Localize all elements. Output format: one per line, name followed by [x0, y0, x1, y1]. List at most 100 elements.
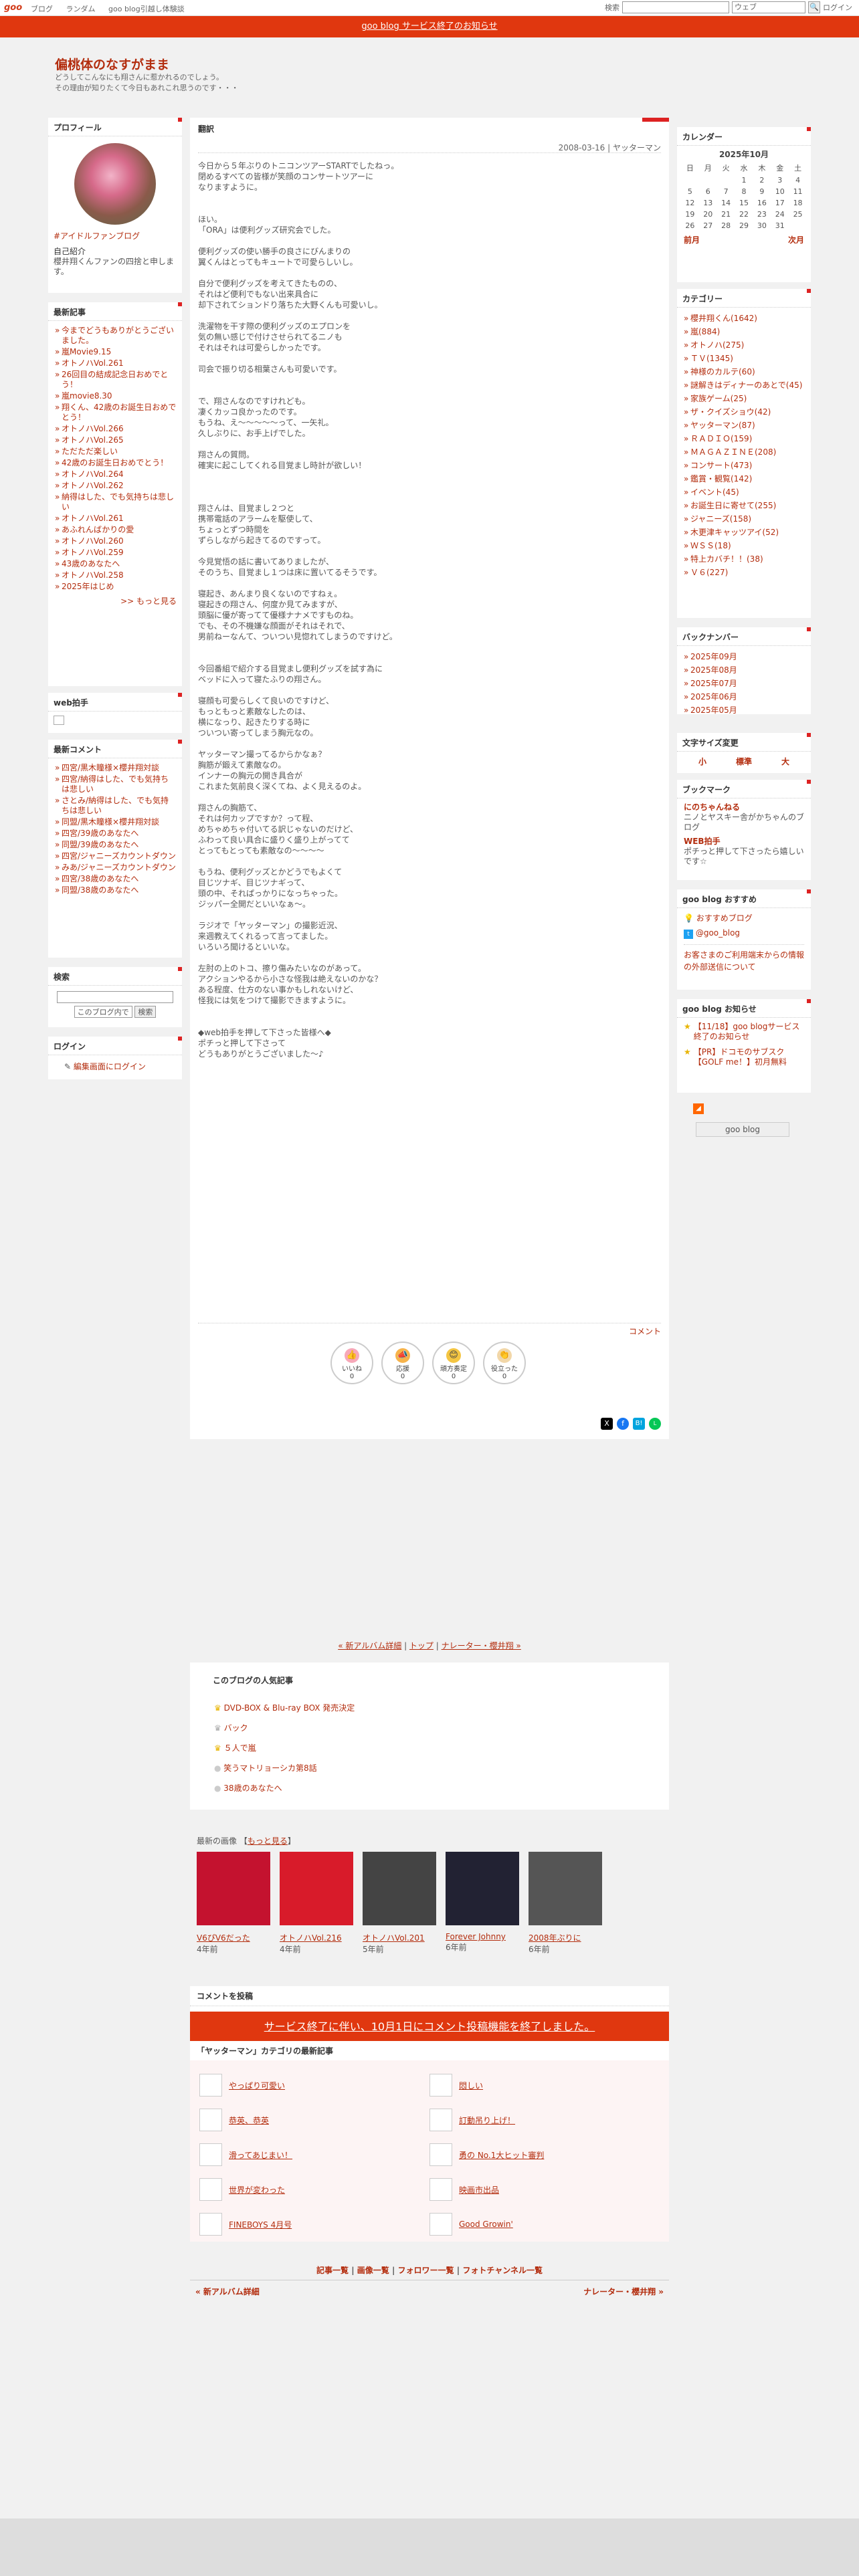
- related-link[interactable]: 訂動吊り上げ！: [459, 2115, 515, 2126]
- popular-link[interactable]: 38歳のあなたへ: [223, 1784, 282, 1793]
- recent-post-link[interactable]: オトノハVol.261: [62, 514, 124, 523]
- comment-item[interactable]: 同盟/39歳のあなたへ: [48, 839, 182, 851]
- facebook-share-icon[interactable]: f: [617, 1418, 629, 1430]
- category-item[interactable]: コンサート(473): [677, 459, 811, 472]
- gallery-thumbnail[interactable]: [446, 1852, 519, 1925]
- category-item[interactable]: 櫻井翔くん(1642): [677, 312, 811, 325]
- recent-post-item[interactable]: オトノハVol.258: [48, 570, 182, 581]
- backnumber-link[interactable]: 2025年07月: [690, 679, 737, 688]
- reaction-button[interactable]: 👏 役立った 0: [483, 1341, 526, 1384]
- related-link[interactable]: 勇の No.1大ヒット審判: [459, 2149, 544, 2161]
- category-item[interactable]: ジャニーズ(158): [677, 512, 811, 526]
- recent-post-item[interactable]: 42歳のお誕生日おめでとう！: [48, 457, 182, 469]
- blog-title[interactable]: 偏桃体のなすがまま: [55, 55, 169, 73]
- category-item[interactable]: 神様のカルテ(60): [677, 365, 811, 379]
- comment-link[interactable]: 同盟/38歳のあなたへ: [62, 885, 138, 895]
- popular-item[interactable]: ♛ DVD-BOX & Blu-ray BOX 発売決定: [214, 1698, 669, 1718]
- footer-next-link[interactable]: ナレーター・櫻井翔 »: [583, 2286, 664, 2297]
- search-scope-select[interactable]: ウェブ: [732, 1, 805, 13]
- recent-post-link[interactable]: 嵐Movie9.15: [62, 347, 111, 356]
- category-link[interactable]: 特上カバチ！！(38): [690, 554, 763, 564]
- category-link[interactable]: 鑑賞・観覧(142): [690, 474, 752, 484]
- recent-post-link[interactable]: オトノハVol.262: [62, 481, 124, 490]
- recent-post-link[interactable]: オトノハVol.265: [62, 435, 124, 445]
- related-item[interactable]: 訂動吊り上げ！: [430, 2109, 660, 2131]
- gallery-item[interactable]: 2008年ぶりに 6年前: [529, 1852, 602, 1955]
- category-item[interactable]: 鑑賞・観覧(142): [677, 472, 811, 486]
- category-link[interactable]: 謎解きはディナーのあとで(45): [690, 381, 802, 390]
- category-link[interactable]: コンサート(473): [690, 461, 752, 470]
- recent-post-link[interactable]: 26回目の結成記念日おめでとう！: [62, 370, 168, 389]
- popular-item[interactable]: ♛ ５人で嵐: [214, 1738, 669, 1758]
- gallery-more-link[interactable]: もっと見る: [248, 1836, 288, 1846]
- all-images-link[interactable]: 画像一覧: [357, 2266, 389, 2275]
- related-item[interactable]: FINEBOYS 4月号: [199, 2213, 430, 2236]
- comment-link[interactable]: コメント: [629, 1327, 661, 1336]
- fontsize-large[interactable]: 大: [781, 756, 789, 767]
- category-link[interactable]: Ｖ６(227): [690, 568, 728, 577]
- backnumber-link[interactable]: 2025年09月: [690, 652, 737, 661]
- category-link[interactable]: ヤッターマン(87): [690, 421, 755, 430]
- backnumber-item[interactable]: 2025年05月: [677, 704, 811, 717]
- related-link[interactable]: FINEBOYS 4月号: [229, 2219, 292, 2230]
- recent-post-link[interactable]: オトノハVol.266: [62, 424, 124, 433]
- recent-post-item[interactable]: 嵐movie8.30: [48, 391, 182, 402]
- gallery-title[interactable]: オトノハVol.201: [363, 1932, 436, 1943]
- recent-post-link[interactable]: オトノハVol.260: [62, 536, 124, 546]
- calendar-prev[interactable]: 前月: [684, 234, 700, 245]
- followers-link[interactable]: フォロワー一覧: [398, 2266, 454, 2275]
- recent-post-link[interactable]: 納得はした、でも気持ちは悲しい: [62, 492, 174, 512]
- bookmark-link[interactable]: WEB拍手: [684, 837, 804, 847]
- comment-item[interactable]: さとみ/納得はした、でも気持ちは悲しい: [48, 795, 182, 817]
- related-item[interactable]: Good Growin': [430, 2213, 660, 2236]
- top-link[interactable]: トップ: [409, 1641, 434, 1650]
- category-item[interactable]: 謎解きはディナーのあとで(45): [677, 379, 811, 392]
- category-link[interactable]: ＲＡＤＩＯ(159): [690, 434, 752, 443]
- recent-post-link[interactable]: 嵐movie8.30: [62, 391, 112, 401]
- top-link-blog[interactable]: ブログ: [31, 5, 53, 13]
- recent-post-item[interactable]: オトノハVol.261: [48, 358, 182, 369]
- goo-logo[interactable]: goo: [4, 3, 22, 13]
- category-link[interactable]: ジャニーズ(158): [690, 514, 751, 524]
- popular-link[interactable]: DVD-BOX & Blu-ray BOX 発売決定: [224, 1703, 355, 1713]
- top-link-random[interactable]: ランダム: [66, 5, 96, 13]
- comment-link[interactable]: 四宮/納得はした、でも気持ちは悲しい: [62, 774, 169, 794]
- category-link[interactable]: ザ・クイズショウ(42): [690, 407, 771, 417]
- profile-tag-link[interactable]: #アイドルファンブログ: [54, 231, 177, 241]
- prev-post-link[interactable]: « 新アルバム詳細: [338, 1641, 401, 1650]
- recent-post-link[interactable]: 42歳のお誕生日おめでとう！: [62, 458, 168, 467]
- comment-item[interactable]: 四宮/39歳のあなたへ: [48, 828, 182, 839]
- recent-post-link[interactable]: ただただ楽しい: [62, 447, 118, 456]
- gallery-item[interactable]: V6ぴV6だった 4年前: [197, 1852, 270, 1955]
- category-link[interactable]: 家族ゲーム(25): [690, 394, 747, 403]
- goo-blog-account-link[interactable]: @goo_blog: [696, 928, 740, 938]
- comment-link[interactable]: 同盟/黒木瞳様×櫻井翔対談: [62, 817, 159, 827]
- popular-item[interactable]: ● 笑うマトリョーシカ第8話: [214, 1758, 669, 1778]
- recent-more-link[interactable]: >> もっと見る: [120, 597, 177, 606]
- comment-link[interactable]: みあ/ジャニーズカウントダウン: [62, 863, 176, 872]
- popular-link[interactable]: ５人で嵐: [224, 1743, 256, 1753]
- reaction-button[interactable]: 😊 頑方奏定 0: [432, 1341, 475, 1384]
- popular-item[interactable]: ♛ バック: [214, 1718, 669, 1738]
- gallery-item[interactable]: オトノハVol.216 4年前: [280, 1852, 353, 1955]
- popular-link[interactable]: バック: [224, 1723, 248, 1733]
- news-link[interactable]: 【PR】ドコモのサブスク【GOLF me！】初月無料: [694, 1047, 804, 1067]
- category-item[interactable]: ＭＡＧＡＺＩＮＥ(208): [677, 445, 811, 459]
- top-link-migration[interactable]: goo blog引越し体験談: [108, 5, 185, 13]
- gallery-thumbnail[interactable]: [529, 1852, 602, 1925]
- category-link[interactable]: オトノハ(275): [690, 340, 744, 350]
- recent-post-item[interactable]: 26回目の結成記念日おめでとう！: [48, 369, 182, 391]
- popular-link[interactable]: 笑うマトリョーシカ第8話: [223, 1763, 316, 1773]
- gallery-title[interactable]: Forever Johnny: [446, 1932, 519, 1941]
- search-icon[interactable]: 🔍: [808, 1, 820, 13]
- recent-post-item[interactable]: オトノハVol.261: [48, 513, 182, 524]
- backnumber-link[interactable]: 2025年08月: [690, 665, 737, 675]
- all-posts-link[interactable]: 記事一覧: [316, 2266, 349, 2275]
- category-link[interactable]: 神様のカルテ(60): [690, 367, 755, 377]
- recent-post-link[interactable]: オトノハVol.261: [62, 358, 124, 368]
- backnumber-item[interactable]: 2025年09月: [677, 650, 811, 663]
- x-share-icon[interactable]: X: [601, 1418, 613, 1430]
- footer-prev-link[interactable]: « 新アルバム詳細: [195, 2286, 260, 2297]
- recent-post-link[interactable]: 翔くん、42歳のお誕生日おめでとう！: [62, 403, 176, 422]
- recent-post-item[interactable]: 2025年はじめ: [48, 581, 182, 593]
